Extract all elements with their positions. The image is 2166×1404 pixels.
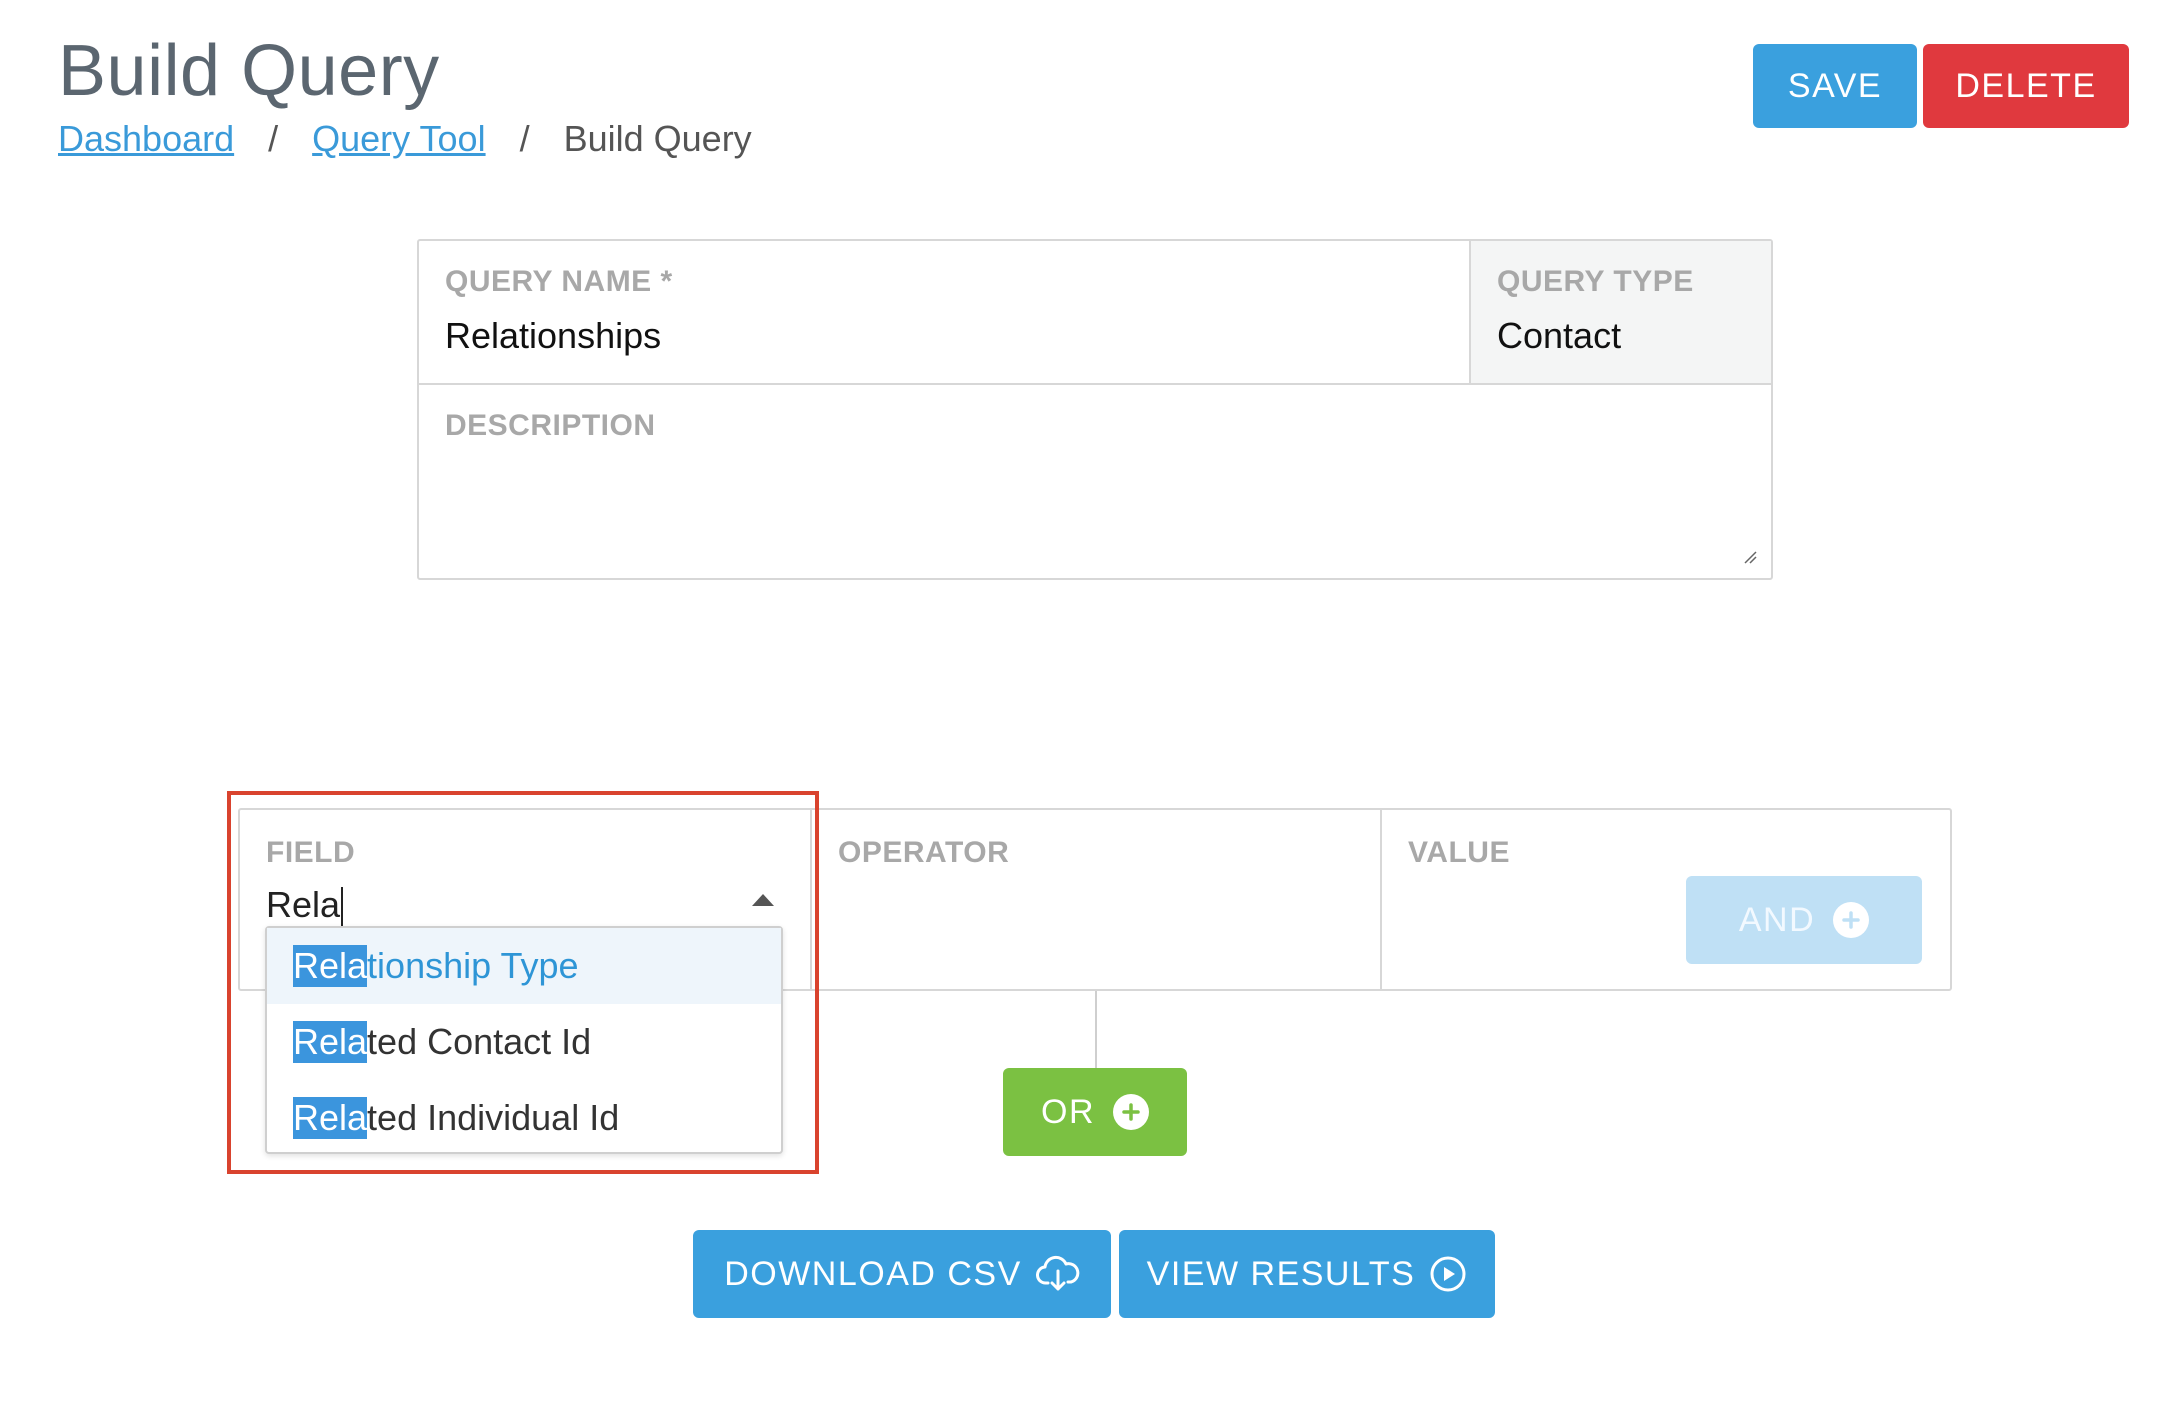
query-type-value: Contact — [1497, 315, 1622, 356]
view-results-button[interactable]: VIEW RESULTS — [1119, 1230, 1495, 1318]
query-type-label: QUERY TYPE — [1497, 265, 1694, 298]
field-search-input[interactable]: Rela — [266, 884, 344, 928]
option-label-rest: tionship Type — [367, 945, 579, 986]
cloud-download-icon — [1035, 1255, 1080, 1293]
add-or-condition-button[interactable]: OR — [1003, 1068, 1187, 1156]
query-details-card: QUERY NAME * Relationships QUERY TYPE Co… — [417, 239, 1773, 580]
breadcrumb-separator: / — [268, 118, 279, 159]
field-label: FIELD — [266, 836, 356, 869]
operator-select[interactable]: OPERATOR — [812, 810, 1382, 989]
plus-circle-icon — [1113, 1094, 1149, 1130]
dropdown-option-related-contact-id[interactable]: Rela ted Contact Id — [267, 1004, 781, 1080]
breadcrumb-separator: / — [519, 118, 530, 159]
save-button[interactable]: SAVE — [1753, 44, 1917, 128]
add-and-condition-button[interactable]: AND — [1686, 876, 1922, 964]
description-label: DESCRIPTION — [445, 409, 656, 442]
field-search-text: Rela — [266, 884, 341, 925]
option-label-rest: ted Contact Id — [367, 1021, 592, 1062]
query-name-input[interactable]: Relationships — [445, 315, 661, 357]
query-name-field[interactable]: QUERY NAME * Relationships — [419, 241, 1471, 385]
option-label-rest: ted Individual Id — [367, 1097, 620, 1138]
caret-up-icon[interactable] — [752, 894, 774, 906]
dropdown-option-relationship-type[interactable]: Rela tionship Type — [267, 928, 781, 1004]
dropdown-option-related-individual-id[interactable]: Rela ted Individual Id — [267, 1080, 781, 1156]
option-match-highlight: Rela — [293, 1021, 368, 1063]
and-button-label: AND — [1738, 900, 1816, 939]
download-csv-button[interactable]: DOWNLOAD CSV — [693, 1230, 1111, 1318]
value-label: VALUE — [1408, 836, 1510, 869]
rule-connector-line — [1095, 991, 1097, 1069]
query-name-label: QUERY NAME * — [445, 265, 673, 298]
option-match-highlight: Rela — [293, 945, 368, 987]
breadcrumb: Dashboard / Query Tool / Build Query — [58, 118, 752, 160]
breadcrumb-dashboard-link[interactable]: Dashboard — [58, 118, 234, 160]
field-options-dropdown: Rela tionship Type Rela ted Contact Id Rel… — [265, 926, 783, 1154]
query-type-field: QUERY TYPE Contact — [1471, 241, 1771, 385]
delete-button[interactable]: DELETE — [1923, 44, 2129, 128]
page-title: Build Query — [58, 31, 440, 111]
view-results-label: VIEW RESULTS — [1146, 1254, 1416, 1293]
text-caret — [341, 887, 344, 928]
resize-grip-icon[interactable] — [1741, 548, 1757, 564]
breadcrumb-query-tool-link[interactable]: Query Tool — [312, 118, 485, 160]
option-match-highlight: Rela — [293, 1097, 368, 1139]
play-circle-icon — [1429, 1255, 1467, 1293]
breadcrumb-current: Build Query — [563, 118, 752, 159]
operator-label: OPERATOR — [838, 836, 1010, 869]
description-field[interactable]: DESCRIPTION — [419, 385, 1771, 578]
plus-circle-icon — [1833, 902, 1870, 938]
or-button-label: OR — [1041, 1092, 1095, 1131]
download-csv-label: DOWNLOAD CSV — [724, 1254, 1022, 1293]
